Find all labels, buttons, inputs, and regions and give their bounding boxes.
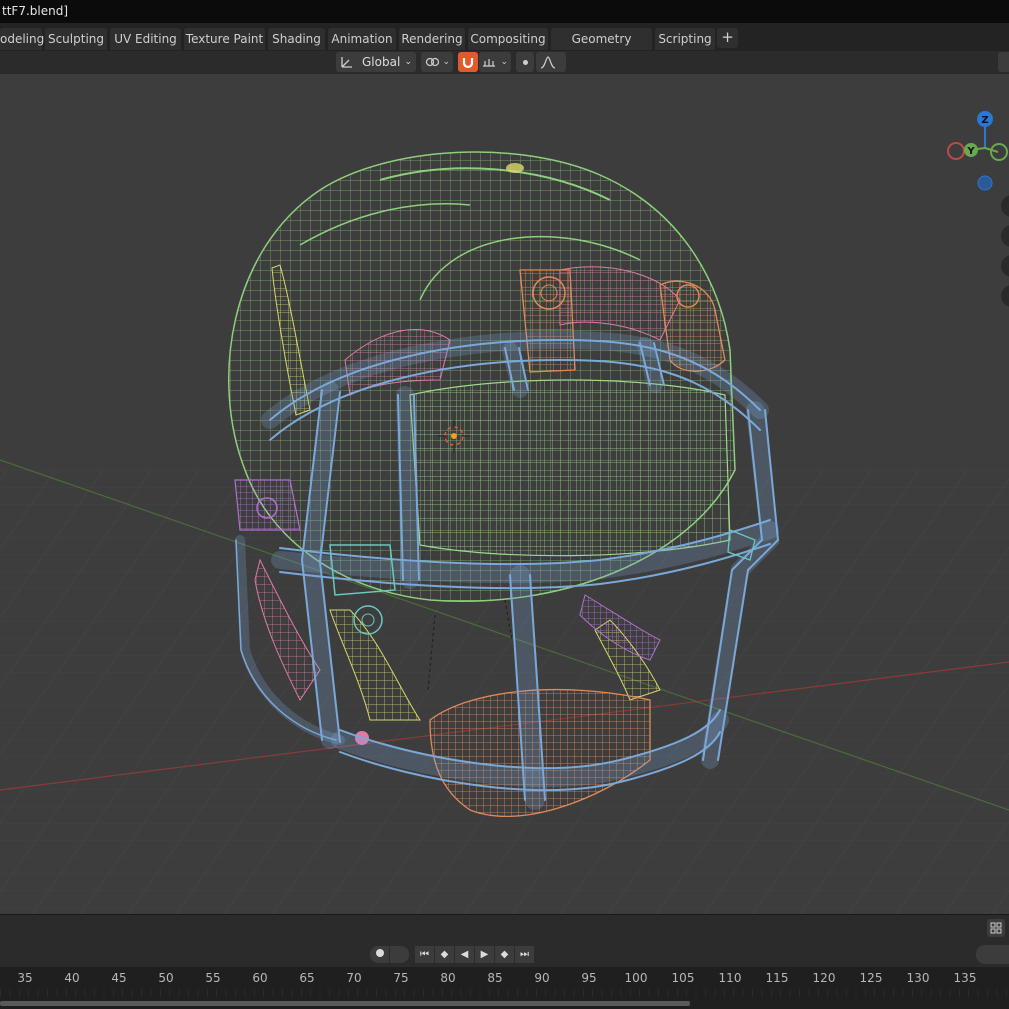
proportional-editing-toggle[interactable] <box>516 52 534 72</box>
viewport-header: Global ⌄ ⌄ ⌄ <box>0 51 1009 74</box>
link-icon <box>425 57 439 67</box>
playback-controls: ⏮ ◆ ◀ ▶ ◆ ⏭ <box>0 941 1009 967</box>
zoom-icon[interactable] <box>1001 195 1009 217</box>
viewport-nav-tools[interactable] <box>1001 195 1009 307</box>
frame-tick: 75 <box>393 971 409 985</box>
3d-viewport[interactable]: Z Y <box>0 74 1009 914</box>
prev-keyframe-button[interactable]: ◆ <box>435 946 454 963</box>
snap-toggle[interactable] <box>458 52 478 72</box>
frame-ruler-ticks <box>0 989 1009 997</box>
frame-tick: 55 <box>205 971 221 985</box>
proportional-dot-icon <box>522 60 528 65</box>
tab-rendering[interactable]: Rendering <box>399 28 465 50</box>
timeline-header <box>0 914 1009 941</box>
viewport-shading-button[interactable] <box>998 52 1009 72</box>
frame-tick: 135 <box>953 971 977 985</box>
frame-tick: 105 <box>671 971 695 985</box>
prev-keyframe-icon: ◆ <box>440 949 449 960</box>
frame-tick: 90 <box>534 971 550 985</box>
tab-geometry-nodes[interactable]: Geometry Nodes <box>551 28 652 68</box>
proportional-falloff-dropdown[interactable] <box>536 52 566 72</box>
window-title-bar: ttF7.blend] <box>0 0 1009 23</box>
frame-tick: 95 <box>581 971 597 985</box>
snap-target-dropdown[interactable]: ⌄ <box>479 52 511 72</box>
workspace-tab-bar: odeling Sculpting UV Editing Texture Pai… <box>0 23 1009 68</box>
current-frame-field[interactable] <box>976 945 1009 964</box>
gizmo-neg-y[interactable] <box>990 143 1008 161</box>
grid-view-icon <box>990 922 1002 934</box>
play-reverse-icon: ◀ <box>460 949 469 960</box>
frame-tick: 50 <box>158 971 174 985</box>
play-reverse-button[interactable]: ◀ <box>455 946 474 963</box>
svg-text:Y: Y <box>966 146 975 157</box>
record-icon <box>375 949 384 957</box>
next-keyframe-button[interactable]: ◆ <box>495 946 514 963</box>
frame-tick: 130 <box>906 971 930 985</box>
add-workspace-button[interactable]: + <box>717 28 738 48</box>
frame-tick: 85 <box>487 971 503 985</box>
tab-scripting[interactable]: Scripting <box>655 28 715 50</box>
frame-tick: 80 <box>440 971 456 985</box>
frame-tick: 125 <box>859 971 883 985</box>
window-title: ttF7.blend] <box>2 4 68 18</box>
pan-icon[interactable] <box>1001 225 1009 247</box>
next-keyframe-icon: ◆ <box>500 949 509 960</box>
svg-text:Z: Z <box>981 115 988 126</box>
tab-texture-paint[interactable]: Texture Paint <box>184 28 265 50</box>
record-button[interactable] <box>370 946 389 963</box>
viewport-scene[interactable]: Z Y <box>0 74 1009 914</box>
frame-tick: 45 <box>111 971 127 985</box>
transform-axes-icon <box>341 57 352 68</box>
frame-tick: 60 <box>252 971 268 985</box>
play-button[interactable]: ▶ <box>475 946 494 963</box>
tab-uv-editing[interactable]: UV Editing <box>110 28 181 50</box>
timeline-view-button[interactable] <box>987 919 1005 937</box>
falloff-curve-icon <box>540 56 556 69</box>
frame-tick: 100 <box>624 971 648 985</box>
tab-compositing[interactable]: Compositing <box>468 28 548 50</box>
timeline-frame-ruler[interactable]: 35 40 45 50 55 60 65 70 75 80 85 90 95 1… <box>0 967 1009 1009</box>
play-icon: ▶ <box>480 949 489 960</box>
grid-icon[interactable] <box>1001 285 1009 307</box>
timeline-scrollbar[interactable] <box>0 1001 690 1006</box>
frame-tick: 110 <box>718 971 742 985</box>
chevron-down-icon: ⌄ <box>500 57 508 67</box>
gizmo-neg-z[interactable] <box>977 175 993 191</box>
frame-tick: 65 <box>299 971 315 985</box>
chevron-down-icon: ⌄ <box>404 57 412 67</box>
transform-orientation-dropdown[interactable]: Global ⌄ <box>336 52 416 72</box>
frame-tick: 115 <box>765 971 789 985</box>
jump-end-icon: ⏭ <box>520 949 529 960</box>
auto-keying-options[interactable] <box>390 946 409 963</box>
camera-icon[interactable] <box>1001 255 1009 277</box>
frame-tick: 70 <box>346 971 362 985</box>
tab-animation[interactable]: Animation <box>328 28 396 50</box>
tab-shading[interactable]: Shading <box>268 28 325 50</box>
tab-sculpting[interactable]: Sculpting <box>45 28 107 50</box>
snap-increment-icon <box>483 59 495 67</box>
jump-end-button[interactable]: ⏭ <box>515 946 534 963</box>
chevron-down-icon: ⌄ <box>442 57 450 67</box>
pivot-point-dropdown[interactable]: ⌄ <box>421 52 453 72</box>
frame-tick: 40 <box>64 971 80 985</box>
tab-modeling[interactable]: odeling <box>0 28 44 50</box>
frame-tick: 120 <box>812 971 836 985</box>
jump-start-icon: ⏮ <box>420 949 429 960</box>
magnet-icon <box>462 58 474 69</box>
frame-tick: 35 <box>17 971 33 985</box>
visor-mesh[interactable] <box>409 379 731 557</box>
gizmo-neg-x[interactable] <box>947 142 965 160</box>
navigation-gizmo[interactable]: Z Y <box>947 111 1008 191</box>
jump-start-button[interactable]: ⏮ <box>415 946 434 963</box>
